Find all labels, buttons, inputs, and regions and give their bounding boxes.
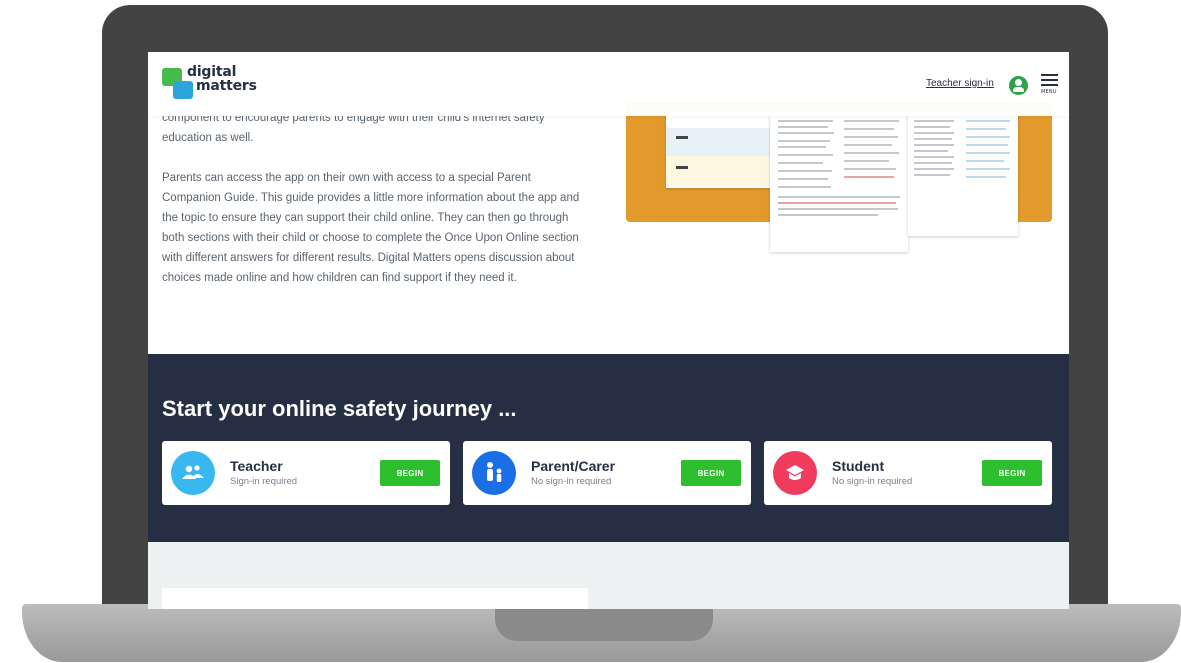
parent-carer-begin-button[interactable]: BEGIN [681,460,741,486]
hamburger-icon [1041,74,1058,76]
student-begin-button[interactable]: BEGIN [982,460,1042,486]
digital-matters-logo[interactable]: digital matters [162,65,272,104]
logo-line-2: matters [196,78,257,94]
teacher-card[interactable]: Teacher Sign-in required BEGIN [162,441,450,505]
teacher-signin-link[interactable]: Teacher sign-in [926,78,994,89]
lower-section [148,542,1069,609]
journey-section: Start your online safety journey ... Tea… [148,354,1069,542]
menu-button[interactable]: MENU [1041,74,1059,98]
teacher-subtitle: Sign-in required [230,476,298,487]
guide-preview-card [626,102,1052,252]
parent-carer-title: Parent/Carer [531,458,616,474]
menu-label: MENU [1041,89,1057,95]
worksheet-preview [666,112,776,188]
guide-page-preview [770,112,908,252]
laptop-notch [495,604,713,641]
graduation-cap-icon [773,451,817,495]
parent-carer-card[interactable]: Parent/Carer No sign-in required BEGIN [463,441,751,505]
teacher-begin-button[interactable]: BEGIN [380,460,440,486]
laptop-screen: component to encourage parents to engage… [148,52,1069,609]
parent-child-icon [472,451,516,495]
lower-card [162,588,588,609]
site-header: digital matters Teacher sign-in MENU [148,52,1069,116]
teacher-title: Teacher [230,458,283,474]
guide-page-preview-2 [908,112,1018,236]
parent-carer-subtitle: No sign-in required [531,476,612,487]
teacher-icon [171,451,215,495]
intro-text: component to encourage parents to engage… [162,108,592,308]
journey-title: Start your online safety journey ... [162,396,517,421]
logo-text: digital matters [187,65,257,93]
student-card[interactable]: Student No sign-in required BEGIN [764,441,1052,505]
student-subtitle: No sign-in required [832,476,913,487]
intro-paragraph-2: Parents can access the app on their own … [162,172,580,284]
logo-line-1: digital [187,64,237,80]
student-title: Student [832,458,885,474]
account-icon[interactable] [1009,76,1028,95]
